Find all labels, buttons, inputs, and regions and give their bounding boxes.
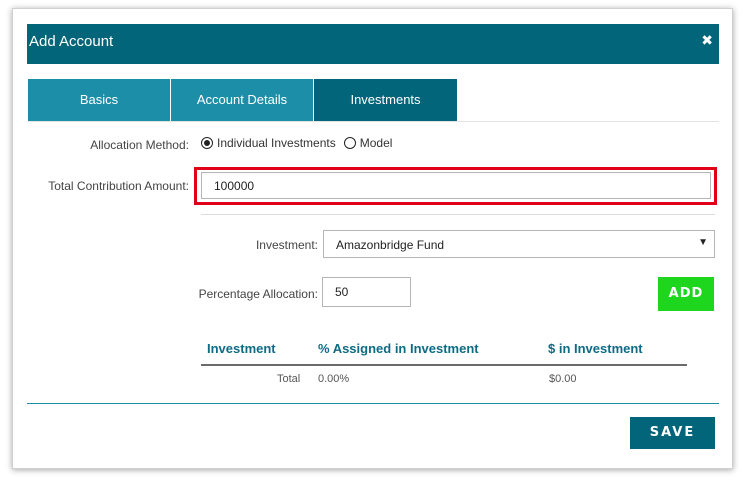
tab-basics[interactable]: Basics bbox=[28, 79, 171, 121]
radio-individual-investments-label[interactable]: Individual Investments bbox=[217, 136, 336, 150]
dialog-title: Add Account bbox=[29, 33, 114, 50]
table-header-investment: Investment bbox=[207, 341, 276, 356]
table-total-label: Total bbox=[277, 373, 301, 385]
table-total-percent: 0.00% bbox=[318, 373, 350, 385]
percentage-allocation-label: Percentage Allocation: bbox=[198, 287, 318, 301]
investment-label: Investment: bbox=[255, 238, 318, 252]
total-contribution-label: Total Contribution Amount: bbox=[48, 179, 189, 193]
table-header-percent-assigned: % Assigned in Investment bbox=[318, 341, 479, 356]
tab-bar: Basics Account Details Investments bbox=[28, 79, 457, 121]
save-button[interactable]: SAVE bbox=[630, 417, 715, 449]
add-account-dialog: Add Account ✖ Basics Account Details Inv… bbox=[12, 8, 733, 469]
add-button[interactable]: ADD bbox=[658, 277, 714, 311]
radio-model-label[interactable]: Model bbox=[360, 136, 393, 150]
dialog-titlebar: Add Account ✖ bbox=[27, 24, 719, 64]
table-total-amount: $0.00 bbox=[549, 373, 577, 385]
total-contribution-input[interactable] bbox=[201, 172, 711, 199]
section-divider bbox=[201, 214, 715, 215]
allocation-method-label: Allocation Method: bbox=[90, 138, 189, 152]
radio-individual-investments[interactable] bbox=[201, 137, 213, 149]
tab-investments[interactable]: Investments bbox=[314, 79, 457, 121]
radio-model[interactable] bbox=[343, 137, 356, 149]
table-header-divider bbox=[201, 364, 687, 366]
close-icon[interactable]: ✖ bbox=[701, 32, 713, 49]
allocation-method-radio-group: Individual Investments Model bbox=[201, 136, 400, 150]
investment-select[interactable]: Amazonbridge Fund ▼ bbox=[323, 230, 715, 258]
investment-selected-value: Amazonbridge Fund bbox=[336, 238, 445, 252]
footer-divider bbox=[27, 403, 719, 404]
tab-divider bbox=[28, 121, 719, 122]
percentage-allocation-input[interactable] bbox=[322, 277, 411, 307]
dropdown-arrow-icon: ▼ bbox=[698, 237, 708, 248]
tab-account-details[interactable]: Account Details bbox=[171, 79, 314, 121]
table-header-dollar-amount: $ in Investment bbox=[548, 341, 643, 356]
